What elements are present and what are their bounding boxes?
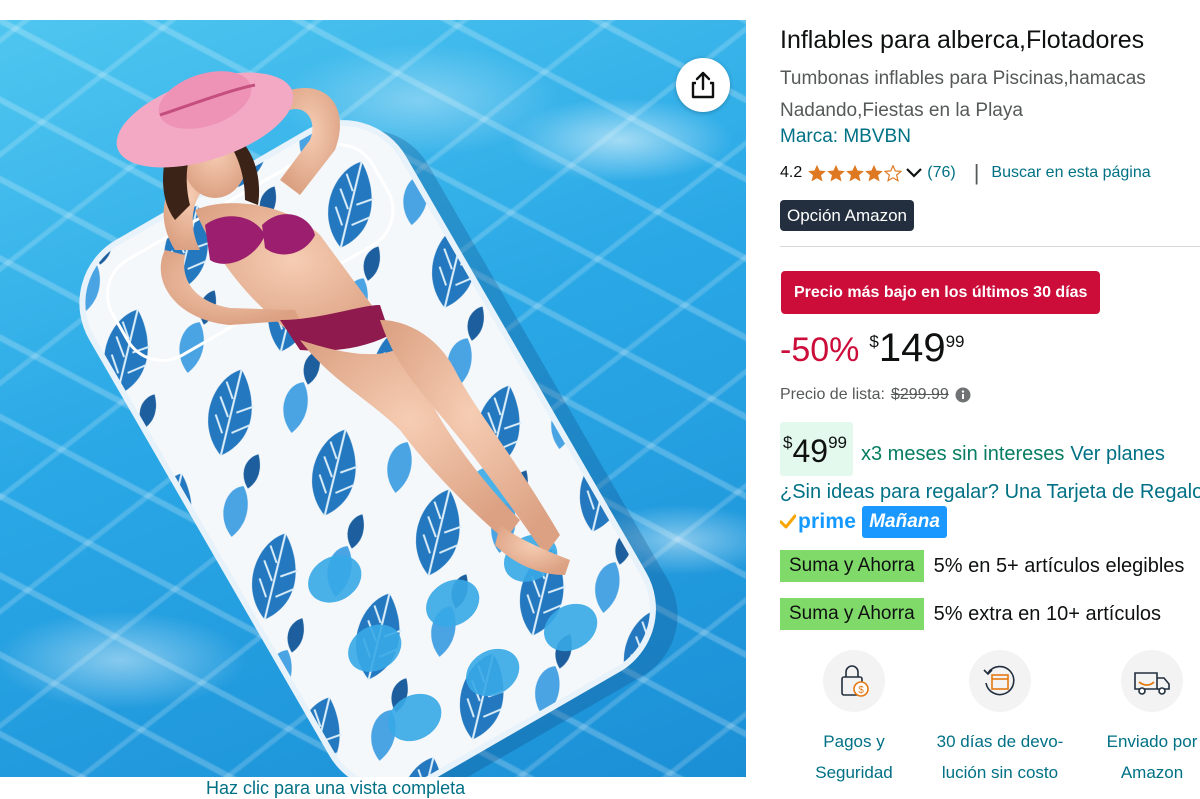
trust-icon-circle: [1121, 650, 1183, 712]
promo-row: Suma y Ahorra 5% en 5+ artículos elegibl…: [780, 549, 1184, 583]
secure-payment-icon: $: [841, 665, 869, 697]
rating-count-link[interactable]: (76): [927, 164, 955, 182]
product-subtitle-line2: Nadando,Fiestas en la Playa: [780, 100, 1023, 121]
section-divider: [780, 246, 1200, 247]
price-currency: $: [869, 332, 879, 351]
trust-item-payment[interactable]: $ Pagos y Seguridad: [784, 650, 924, 788]
prime-logo: prime: [798, 510, 857, 533]
trust-label-line: 30 días de devo-: [936, 732, 1064, 751]
trust-label[interactable]: Pagos y Seguridad: [784, 726, 924, 788]
brand-link[interactable]: Marca: MBVBN: [780, 126, 911, 148]
promo-badge: Suma y Ahorra: [780, 598, 924, 630]
trust-label[interactable]: Enviado por Amazon: [1082, 726, 1200, 788]
installment-currency: $: [783, 433, 793, 452]
trust-icon-circle: [969, 650, 1031, 712]
delivery-truck-icon: [1134, 672, 1170, 695]
list-price: $299.99: [890, 386, 949, 403]
rating-value: 4.2: [780, 164, 803, 181]
delivery-day-badge: Mañana: [862, 506, 947, 538]
product-title: Inflables para alberca,Flotadores: [780, 26, 1145, 54]
product-info-panel: Inflables para alberca,Flotadores Tumbon…: [780, 0, 1200, 793]
promo-text-link[interactable]: 5% extra en 10+ artículos: [934, 603, 1161, 626]
promo-text-link[interactable]: 5% en 5+ artículos elegibles: [934, 555, 1185, 578]
trust-label-line: lución sin costo: [941, 763, 1059, 782]
full-view-link[interactable]: Haz clic para una vista completa: [206, 778, 465, 799]
price-whole: 149: [878, 326, 946, 370]
star-full-icon: [827, 164, 846, 181]
trust-item-shipping[interactable]: Enviado por Amazon: [1082, 650, 1200, 788]
trust-icon-circle: $: [823, 650, 885, 712]
star-full-icon: [846, 164, 865, 181]
installment-text: x3 meses sin intereses: [860, 442, 1065, 465]
star-empty-icon: [884, 164, 903, 182]
rating-row: 4.2 (76) | Buscar en esta página: [780, 160, 1151, 186]
prime-check-icon: [780, 514, 796, 529]
installment-fraction: 99: [828, 433, 847, 452]
discount-percent: -50%: [780, 331, 860, 369]
star-full-icon: [865, 164, 884, 181]
trust-label-line: Amazon: [1120, 763, 1184, 782]
trust-label-line: Pagos y: [823, 732, 885, 751]
installment-plans-link[interactable]: Ver planes: [1070, 443, 1165, 466]
product-subtitle-line1: Tumbonas inflables para Piscinas,hamacas: [780, 68, 1146, 89]
svg-text:$: $: [858, 685, 864, 696]
search-page-link[interactable]: Buscar en esta página: [991, 164, 1150, 182]
trust-label-line: Enviado por: [1106, 732, 1198, 751]
prime-delivery-row: prime Mañana: [780, 504, 947, 540]
product-subtitle: Tumbonas inflables para Piscinas,hamacas…: [780, 63, 1146, 127]
info-icon[interactable]: [955, 387, 971, 403]
trust-item-returns[interactable]: 30 días de devo- lución sin costo: [930, 650, 1070, 788]
return-box-icon: [983, 665, 1015, 696]
promo-row: Suma y Ahorra 5% extra en 10+ artículos: [780, 597, 1161, 631]
trust-label-line: Seguridad: [815, 763, 893, 782]
installment-whole: 49: [792, 433, 829, 469]
share-button[interactable]: [676, 58, 730, 112]
gift-card-link[interactable]: ¿Sin ideas para regalar? Una Tarjeta de …: [780, 481, 1200, 504]
star-full-icon: [808, 164, 827, 181]
installment-row: $ 49 99 x3 meses sin intereses Ver plane…: [780, 421, 1165, 477]
amazon-choice-badge: Opción Amazon: [780, 200, 915, 231]
product-photo: [79, 71, 678, 777]
share-icon: [691, 71, 715, 99]
trust-label[interactable]: 30 días de devo- lución sin costo: [930, 726, 1070, 788]
installment-price: $ 49 99: [780, 422, 853, 476]
promo-badge: Suma y Ahorra: [780, 550, 924, 582]
rating-separator: |: [973, 160, 980, 185]
deal-badge: Precio más bajo en los últimos 30 días: [781, 271, 1101, 314]
list-price-row: Precio de lista: $299.99: [780, 384, 971, 406]
price-fraction: 99: [945, 332, 965, 351]
price-row: -50% $ 149 99: [780, 326, 965, 376]
list-price-label: Precio de lista:: [780, 386, 885, 403]
chevron-down-icon[interactable]: [905, 167, 923, 179]
product-image[interactable]: [0, 20, 746, 777]
star-rating[interactable]: [808, 164, 903, 182]
